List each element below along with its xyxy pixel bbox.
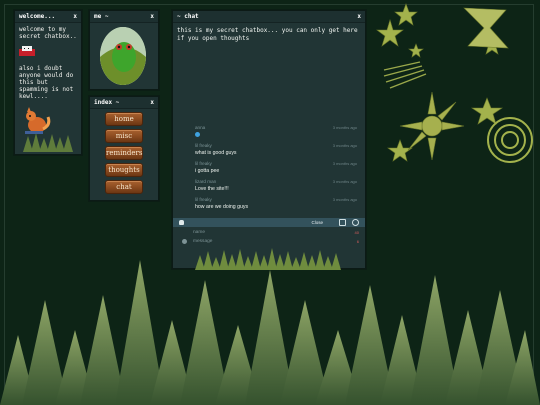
- chat-message: lil freaky 3 months ago how are we doing…: [173, 197, 365, 215]
- chat-window: ~ chat x this is my secret chatbox... yo…: [172, 10, 366, 270]
- name-char-count: 40: [354, 230, 359, 235]
- message-text: Love the site!!!: [195, 186, 229, 192]
- close-button[interactable]: x: [357, 13, 361, 20]
- frog-icon: [100, 27, 146, 85]
- message-time: 3 months ago: [332, 125, 357, 130]
- star-icon: [387, 139, 413, 162]
- name-input[interactable]: name 40: [173, 228, 365, 237]
- external-link-icon[interactable]: [339, 219, 346, 226]
- welcome-note: also i doubt anyone would do this but sp…: [19, 65, 74, 100]
- chat-message: lizard man 3 months ago Love the site!!!: [173, 179, 365, 197]
- message-text: i gotta pee: [195, 168, 220, 174]
- bell-icon[interactable]: [179, 220, 184, 225]
- mini-forest: [23, 133, 73, 152]
- chat-titlebar[interactable]: ~ chat x: [173, 11, 365, 23]
- chat-message-list[interactable]: anna 3 months ago lil freaky 3 months ag…: [173, 125, 365, 215]
- message-text: how are we doing guys: [195, 204, 249, 210]
- star-icon: [408, 43, 424, 58]
- chat-message: anna 3 months ago: [173, 125, 365, 143]
- message-time: 3 months ago: [332, 161, 357, 166]
- star-icon: [471, 97, 503, 125]
- chat-title: ~ chat: [177, 13, 199, 20]
- message-time: 3 months ago: [332, 143, 357, 148]
- forest-background: [0, 260, 540, 405]
- frog-avatar: [100, 27, 146, 85]
- welcome-body: welcome to my secret chatbox.. also i do…: [15, 23, 81, 154]
- message-time: 3 months ago: [332, 179, 357, 184]
- chat-body: this is my secret chatbox... you can onl…: [173, 23, 365, 270]
- message-text: what is good guys: [195, 150, 237, 156]
- decorative-shapes: [376, 3, 533, 163]
- chat-intro: this is my secret chatbox... you can onl…: [177, 27, 358, 42]
- smiley-icon: [195, 132, 200, 137]
- nav-list: home misc reminders thoughts chat: [90, 109, 158, 194]
- index-title: index ~: [94, 99, 120, 106]
- nav-thoughts-button[interactable]: thoughts: [105, 163, 143, 177]
- nav-chat-button[interactable]: chat: [105, 180, 143, 194]
- me-window: me ~ x: [89, 10, 159, 90]
- close-button[interactable]: x: [150, 99, 154, 106]
- message-time: 3 months ago: [332, 197, 357, 202]
- chat-toolbar: Close: [173, 218, 365, 227]
- chat-message: lil freaky 3 months ago what is good guy…: [173, 143, 365, 161]
- close-button[interactable]: x: [73, 13, 77, 20]
- name-placeholder: name: [193, 230, 205, 235]
- me-titlebar[interactable]: me ~ x: [90, 11, 158, 23]
- index-body: home misc reminders thoughts chat: [90, 109, 158, 200]
- settings-icon[interactable]: [352, 219, 359, 226]
- nav-home-button[interactable]: home: [105, 112, 143, 126]
- welcome-title: welcome...: [19, 13, 56, 20]
- index-titlebar[interactable]: index ~ x: [90, 97, 158, 109]
- chat-message: lil freaky 3 months ago i gotta pee: [173, 161, 365, 179]
- close-button[interactable]: x: [150, 13, 154, 20]
- nav-reminders-button[interactable]: reminders: [105, 146, 143, 160]
- welcome-intro: welcome to my secret chatbox..: [19, 26, 77, 40]
- me-body: [90, 23, 158, 89]
- pixel-cat-icon: [19, 46, 35, 56]
- nav-misc-button[interactable]: misc: [105, 129, 143, 143]
- message-text: [195, 132, 359, 139]
- me-title: me ~: [94, 13, 109, 20]
- welcome-titlebar[interactable]: welcome... x: [15, 11, 81, 23]
- star-icon: [394, 3, 418, 26]
- chat-close-button[interactable]: Close: [311, 220, 323, 225]
- index-window: index ~ x home misc reminders thoughts c…: [89, 96, 159, 201]
- welcome-window: welcome... x welcome to my secret chatbo…: [14, 10, 82, 155]
